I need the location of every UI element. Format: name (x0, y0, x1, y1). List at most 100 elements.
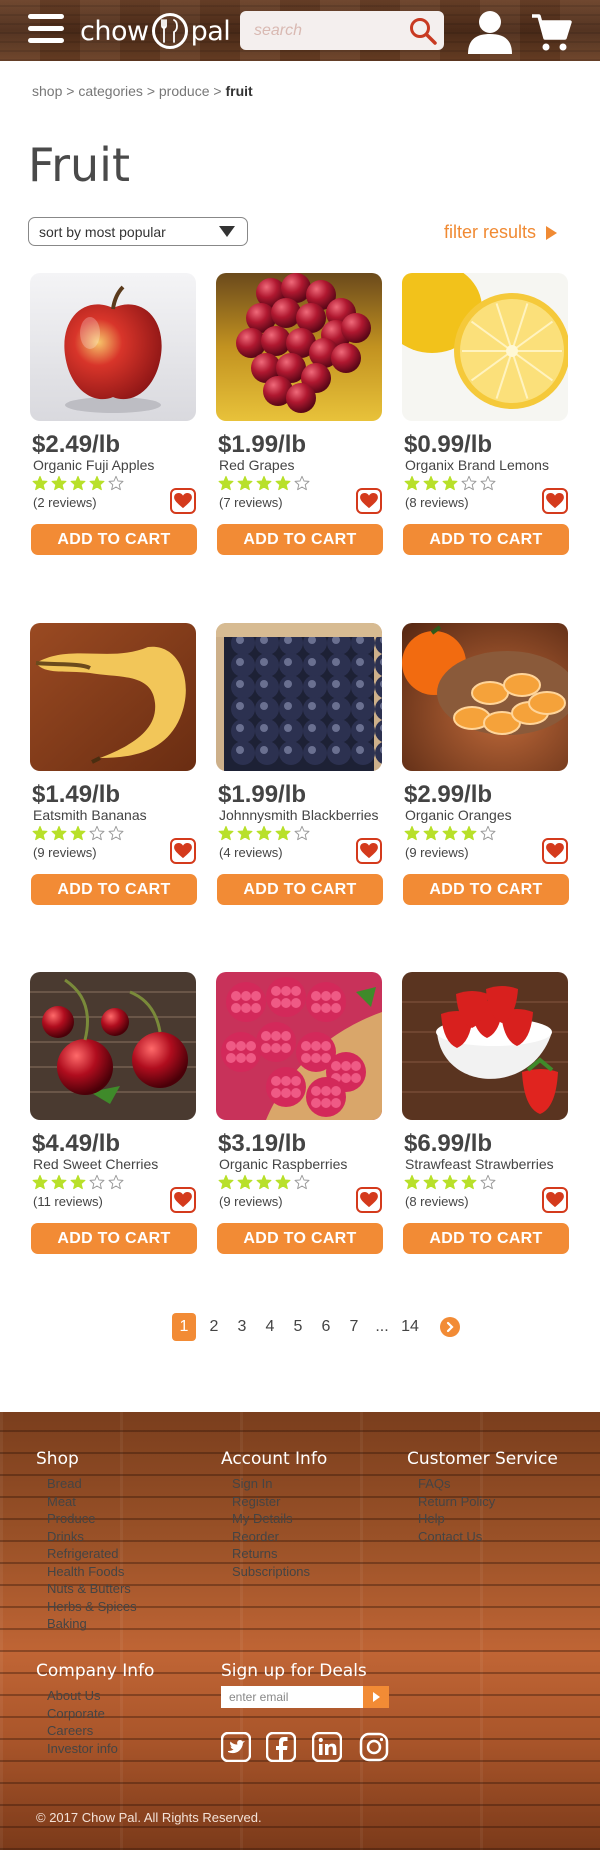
product-rating (32, 475, 124, 496)
footer-link-sign-in[interactable]: Sign In (221, 1475, 327, 1493)
search-input[interactable] (254, 20, 404, 42)
heart-icon[interactable] (170, 838, 196, 864)
footer-link-meat[interactable]: Meat (36, 1493, 137, 1511)
footer-link-subscriptions[interactable]: Subscriptions (221, 1563, 327, 1581)
product-name[interactable]: Organic Oranges (405, 807, 512, 823)
page-link-6[interactable]: 6 (312, 1313, 340, 1341)
product-image-oranges[interactable] (402, 623, 568, 771)
footer-link-contact-us[interactable]: Contact Us (407, 1528, 558, 1546)
footer-link-refrigerated[interactable]: Refrigerated (36, 1545, 137, 1563)
product-reviews-link[interactable]: (2 reviews) (33, 495, 97, 510)
product-reviews-link[interactable]: (9 reviews) (219, 1194, 283, 1209)
sort-dropdown[interactable]: sort by most popular (28, 217, 248, 246)
footer-link-herbs-spices[interactable]: Herbs & Spices (36, 1598, 137, 1616)
footer-link-health-foods[interactable]: Health Foods (36, 1563, 137, 1581)
product-reviews-link[interactable]: (11 reviews) (33, 1194, 103, 1209)
logo-text-left: chow (80, 15, 149, 47)
heart-icon[interactable] (170, 1187, 196, 1213)
page-link-4[interactable]: 4 (256, 1313, 284, 1341)
footer-link-bread[interactable]: Bread (36, 1475, 137, 1493)
add-to-cart-button[interactable]: ADD TO CART (403, 1223, 569, 1254)
page-link-5[interactable]: 5 (284, 1313, 312, 1341)
add-to-cart-button[interactable]: ADD TO CART (403, 874, 569, 905)
product-image-strawberries[interactable] (402, 972, 568, 1120)
instagram-icon[interactable] (359, 1732, 389, 1762)
product-image-cherries[interactable] (30, 972, 196, 1120)
filter-results-label: filter results (444, 222, 537, 242)
product-name[interactable]: Strawfeast Strawberries (405, 1156, 554, 1172)
breadcrumb-link-produce[interactable]: produce (159, 83, 210, 99)
heart-icon[interactable] (170, 488, 196, 514)
product-name[interactable]: Red Grapes (219, 457, 294, 473)
product-name[interactable]: Organic Fuji Apples (33, 457, 154, 473)
footer-link-about-us[interactable]: About Us (36, 1687, 154, 1705)
page-link-2[interactable]: 2 (200, 1313, 228, 1341)
product-name[interactable]: Organic Raspberries (219, 1156, 347, 1172)
add-to-cart-button[interactable]: ADD TO CART (403, 524, 569, 555)
heart-icon[interactable] (356, 838, 382, 864)
product-reviews-link[interactable]: (4 reviews) (219, 845, 283, 860)
footer-link-return-policy[interactable]: Return Policy (407, 1493, 558, 1511)
footer-link-register[interactable]: Register (221, 1493, 327, 1511)
footer-link-baking[interactable]: Baking (36, 1615, 137, 1633)
heart-icon[interactable] (356, 488, 382, 514)
page-link-7[interactable]: 7 (340, 1313, 368, 1341)
product-reviews-link[interactable]: (9 reviews) (405, 845, 469, 860)
heart-icon[interactable] (542, 838, 568, 864)
add-to-cart-button[interactable]: ADD TO CART (31, 524, 197, 555)
product-name[interactable]: Johnnysmith Blackberries (219, 807, 379, 823)
heart-icon[interactable] (356, 1187, 382, 1213)
product-name[interactable]: Red Sweet Cherries (33, 1156, 158, 1172)
footer-link-corporate[interactable]: Corporate (36, 1705, 154, 1723)
breadcrumb-link-shop[interactable]: shop (32, 83, 62, 99)
product-image-lemon[interactable] (402, 273, 568, 421)
footer-link-faqs[interactable]: FAQs (407, 1475, 558, 1493)
sort-dropdown-value: sort by most popular (39, 224, 166, 240)
heart-icon[interactable] (542, 1187, 568, 1213)
page-link-3[interactable]: 3 (228, 1313, 256, 1341)
footer-link-reorder[interactable]: Reorder (221, 1528, 327, 1546)
footer-link-help[interactable]: Help (407, 1510, 558, 1528)
filter-results-link[interactable]: filter results (444, 222, 558, 243)
add-to-cart-button[interactable]: ADD TO CART (217, 874, 383, 905)
product-reviews-link[interactable]: (9 reviews) (33, 845, 97, 860)
breadcrumb-link-categories[interactable]: categories (78, 83, 143, 99)
linkedin-icon[interactable] (311, 1731, 343, 1763)
menu-icon[interactable] (28, 14, 64, 44)
product-image-blackberries[interactable] (216, 623, 382, 771)
add-to-cart-button[interactable]: ADD TO CART (31, 1223, 197, 1254)
footer-link-drinks[interactable]: Drinks (36, 1528, 137, 1546)
twitter-icon[interactable] (220, 1731, 252, 1763)
facebook-icon[interactable] (265, 1731, 297, 1763)
heart-icon[interactable] (542, 488, 568, 514)
product-name[interactable]: Organix Brand Lemons (405, 457, 549, 473)
page-link-1[interactable]: 1 (172, 1313, 196, 1341)
footer-link-produce[interactable]: Produce (36, 1510, 137, 1528)
product-image-banana[interactable] (30, 623, 196, 771)
submit-arrow-icon[interactable] (363, 1686, 389, 1708)
product-image-raspberries[interactable] (216, 972, 382, 1120)
product-image-grapes[interactable] (216, 273, 382, 421)
page-link-14[interactable]: 14 (396, 1313, 424, 1341)
email-field[interactable] (221, 1686, 363, 1708)
footer-link-careers[interactable]: Careers (36, 1722, 154, 1740)
product-reviews-link[interactable]: (8 reviews) (405, 1194, 469, 1209)
product-card: $1.99/lb Red Grapes (7 reviews) ADD TO C… (216, 273, 384, 563)
product-reviews-link[interactable]: (7 reviews) (219, 495, 283, 510)
product-name[interactable]: Eatsmith Bananas (33, 807, 147, 823)
add-to-cart-button[interactable]: ADD TO CART (31, 874, 197, 905)
product-reviews-link[interactable]: (8 reviews) (405, 495, 469, 510)
product-image-apple[interactable] (30, 273, 196, 421)
cart-icon[interactable] (530, 12, 572, 54)
logo[interactable]: chow pal (80, 11, 231, 51)
user-icon[interactable] (465, 8, 515, 54)
footer-heading-deals: Sign up for Deals (221, 1661, 367, 1681)
footer-link-investor-info[interactable]: Investor info (36, 1740, 154, 1758)
search-icon[interactable] (408, 16, 438, 46)
footer-link-my-details[interactable]: My Details (221, 1510, 327, 1528)
add-to-cart-button[interactable]: ADD TO CART (217, 1223, 383, 1254)
add-to-cart-button[interactable]: ADD TO CART (217, 524, 383, 555)
next-page-icon[interactable] (440, 1317, 460, 1337)
footer-link-nuts-butters[interactable]: Nuts & Butters (36, 1580, 137, 1598)
footer-link-returns[interactable]: Returns (221, 1545, 327, 1563)
